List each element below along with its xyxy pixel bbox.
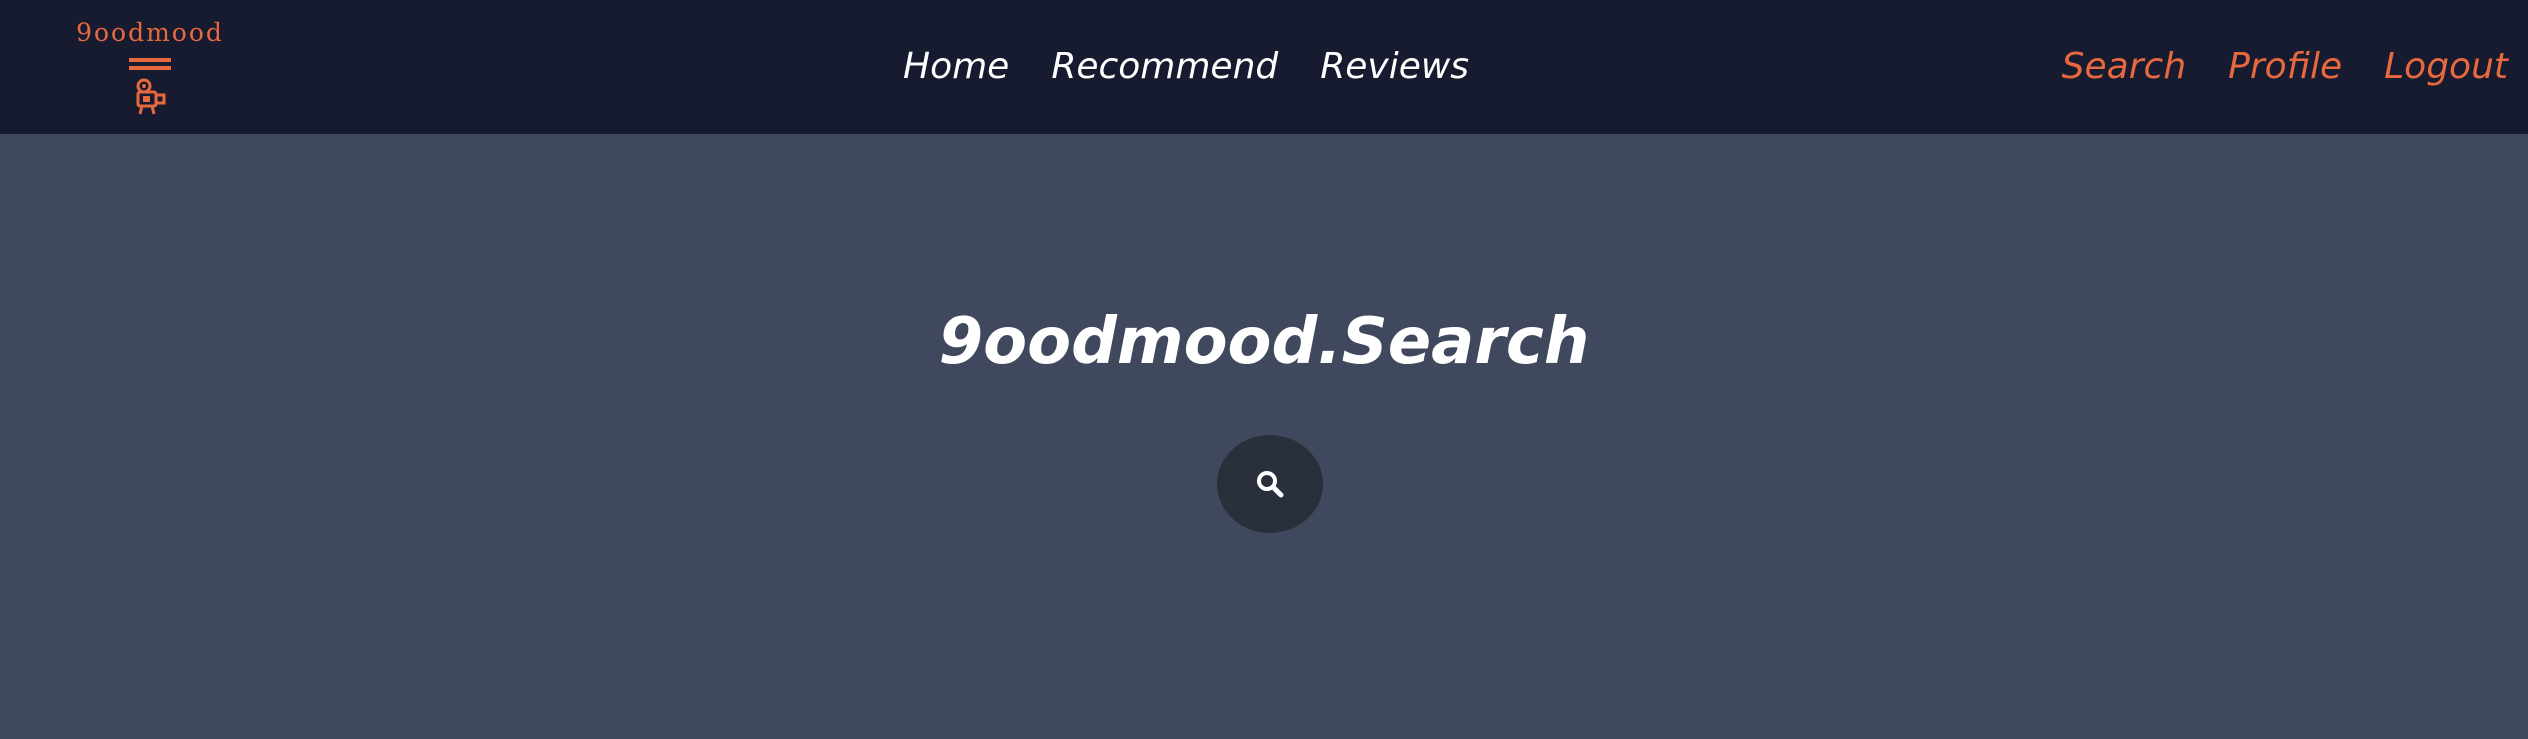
- nav-search-link[interactable]: Search: [2062, 46, 2186, 87]
- search-button[interactable]: [1217, 435, 1323, 533]
- nav-logout-link[interactable]: Logout: [2384, 46, 2508, 87]
- film-camera-icon: [136, 78, 166, 115]
- brand-logo[interactable]: 9oodmood: [70, 18, 230, 118]
- search-icon: [1257, 471, 1284, 498]
- nav-reviews-link[interactable]: Reviews: [1320, 46, 1469, 87]
- main-navigation: Home Recommend Reviews: [903, 36, 1469, 96]
- nav-profile-link[interactable]: Profile: [2228, 46, 2342, 87]
- nav-recommend-link[interactable]: Recommend: [1051, 46, 1278, 87]
- nav-home-link[interactable]: Home: [903, 46, 1009, 87]
- logo-text: 9oodmood: [76, 18, 224, 47]
- top-navbar: 9oodmood Home Recommend Reviews Search P…: [0, 0, 2528, 134]
- account-navigation: Search Profile Logout: [2062, 36, 2508, 96]
- logo-bars-decoration: [129, 58, 171, 70]
- page-title: 9oodmood.Search: [938, 304, 1590, 379]
